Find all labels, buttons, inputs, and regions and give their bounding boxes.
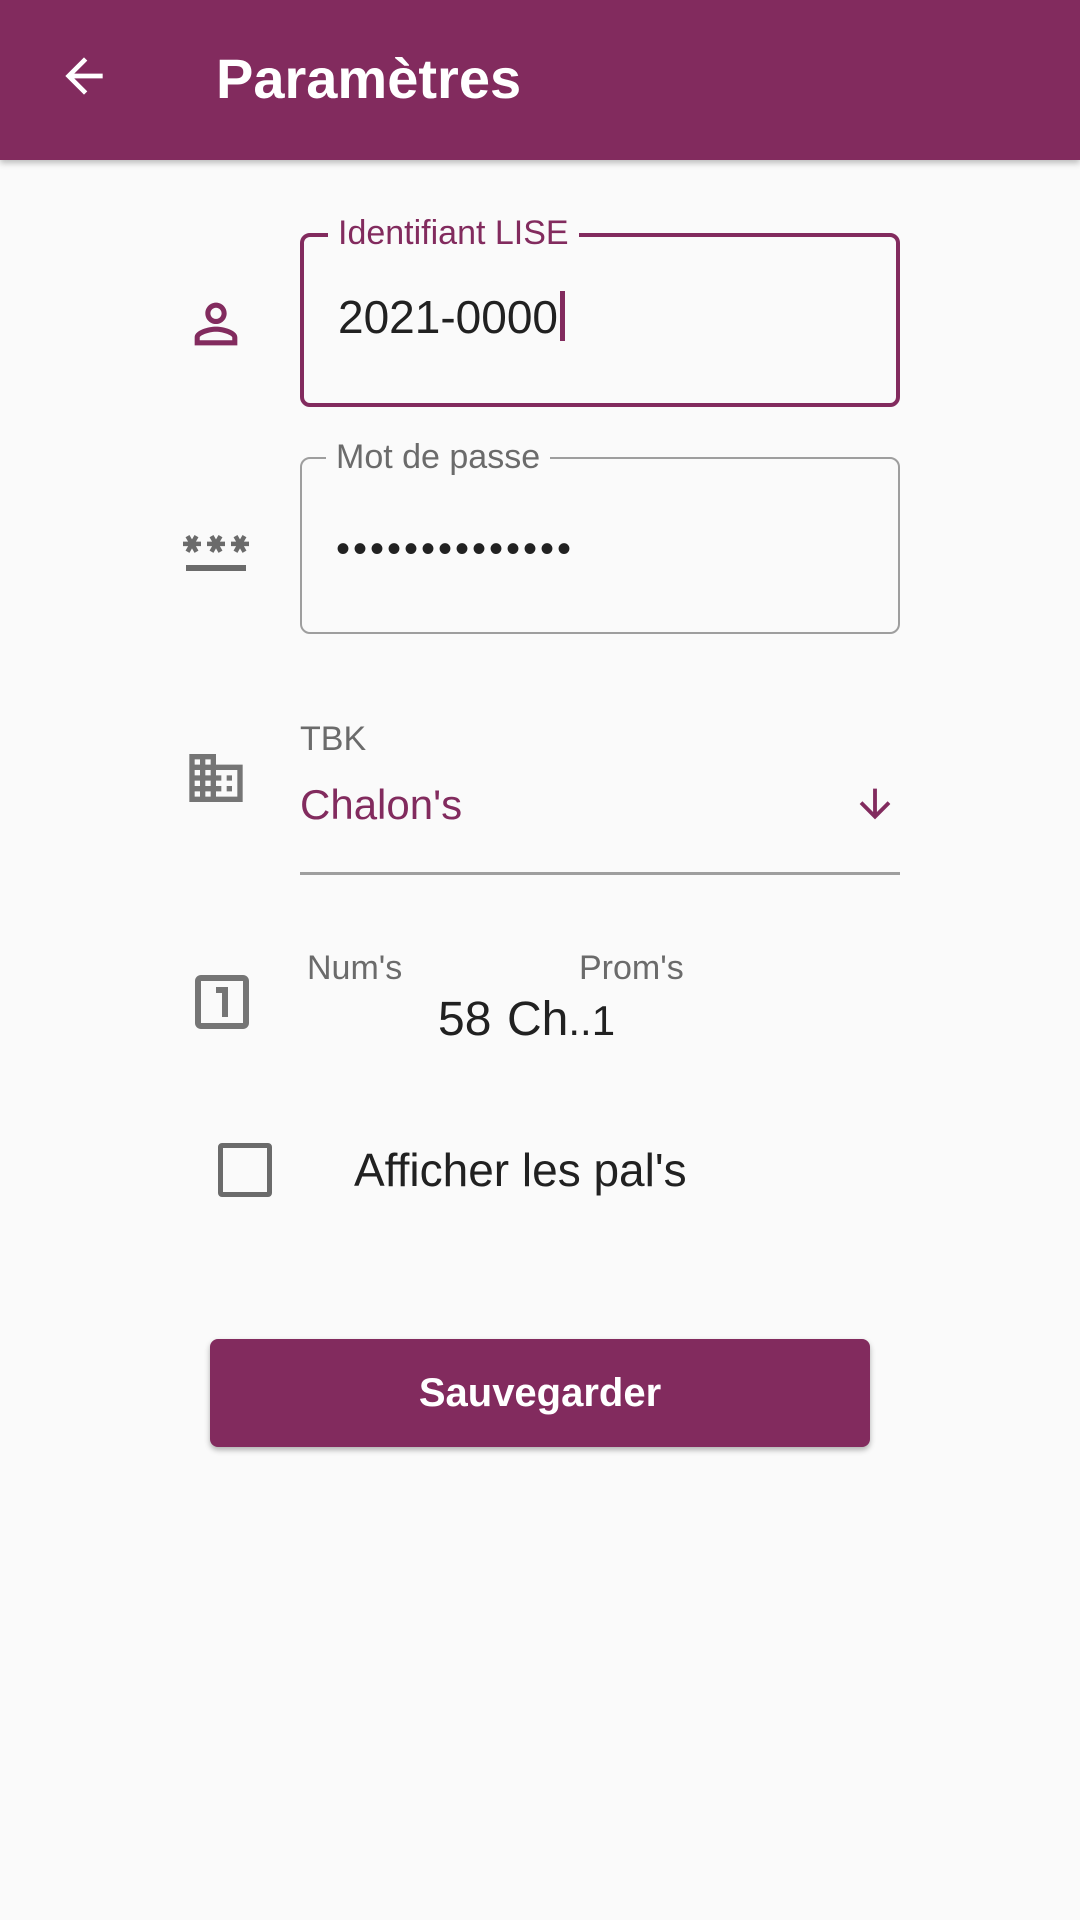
app-bar: Paramètres (0, 0, 1080, 160)
text-caret (559, 291, 565, 341)
prom-label: Prom's (579, 949, 684, 987)
building-icon (180, 742, 252, 814)
password-icon (178, 512, 254, 588)
prom-suffix: ..1 (568, 997, 616, 1044)
password-field[interactable]: Mot de passe •••••••••••••• (300, 437, 900, 634)
prom-value[interactable]: Ch..1 (507, 990, 615, 1051)
looks-one-icon (182, 962, 262, 1042)
password-label: Mot de passe (326, 437, 551, 477)
save-button[interactable]: Sauvegarder (210, 1339, 870, 1447)
back-button[interactable] (44, 36, 124, 116)
page-title: Paramètres (216, 47, 522, 110)
num-value[interactable]: 58 (438, 990, 491, 1050)
tbk-selected-value[interactable]: Chalon's (300, 777, 462, 833)
username-value[interactable]: 2021-0000 (338, 289, 565, 345)
show-pals-checkbox[interactable] (218, 1143, 272, 1197)
password-value[interactable]: •••••••••••••• (336, 521, 574, 577)
arrow-back-icon (65, 57, 103, 95)
username-field[interactable]: Identifiant LISE 2021-0000 (300, 213, 900, 407)
num-label: Num's (307, 949, 403, 987)
show-pals-label[interactable]: Afficher les pal's (354, 1140, 687, 1200)
tbk-label: TBK (300, 720, 367, 758)
arrow-down-icon[interactable] (850, 779, 900, 829)
tbk-dropdown[interactable]: TBK Chalon's (300, 715, 900, 875)
username-label: Identifiant LISE (328, 213, 579, 253)
person-icon (180, 288, 252, 360)
